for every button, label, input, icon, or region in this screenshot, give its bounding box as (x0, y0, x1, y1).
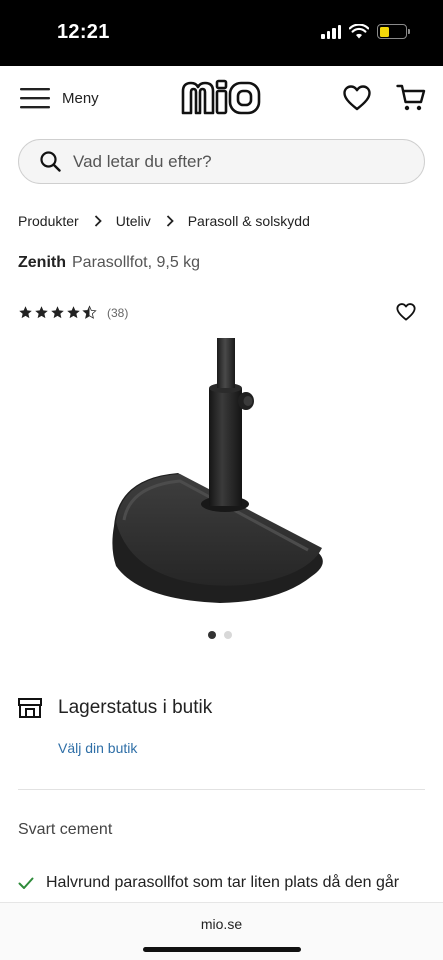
breadcrumb: Produkter Uteliv Parasoll & solskydd (18, 213, 310, 229)
star-icon (19, 306, 32, 319)
wifi-icon (349, 24, 369, 39)
product-image-parasol-base[interactable] (100, 338, 345, 610)
star-icon (67, 306, 80, 319)
chevron-right-icon (166, 215, 174, 227)
image-carousel-dots (208, 631, 232, 639)
add-to-wishlist-heart-icon[interactable] (396, 303, 416, 321)
star-icon (35, 306, 48, 319)
site-header: Meny (0, 66, 443, 132)
store-stock-section: Lagerstatus i butik (18, 697, 212, 719)
wishlist-heart-icon[interactable] (343, 85, 371, 111)
address-bar-domain[interactable]: mio.se (0, 916, 443, 932)
home-indicator[interactable] (143, 947, 301, 952)
carousel-dot-1[interactable] (208, 631, 216, 639)
status-time: 12:21 (57, 21, 110, 43)
hamburger-icon (20, 88, 50, 109)
choose-store-link[interactable]: Välj din butik (58, 740, 137, 756)
search-bar[interactable] (18, 139, 425, 184)
half-star-icon (82, 305, 97, 319)
feature-item: Halvrund parasollfot som tar liten plats… (18, 874, 399, 892)
battery-icon (377, 24, 410, 39)
menu-button[interactable]: Meny (20, 86, 99, 110)
product-brand: Zenith (18, 254, 66, 271)
cellular-signal-icon (321, 24, 341, 39)
rating-stars (18, 305, 97, 320)
breadcrumb-item-parasoll[interactable]: Parasoll & solskydd (188, 213, 310, 229)
status-icons (321, 24, 410, 39)
product-rating[interactable]: (38) (18, 305, 128, 320)
product-subtitle: Parasollfot, 9,5 kg (72, 254, 201, 271)
product-color: Svart cement (18, 821, 113, 838)
checkmark-icon (18, 877, 34, 889)
feature-text: Halvrund parasollfot som tar liten plats… (46, 874, 400, 891)
star-icon (51, 306, 64, 319)
review-count: (38) (107, 305, 129, 320)
browser-bottom-bar: mio.se (0, 902, 443, 960)
mio-logo[interactable] (180, 78, 262, 116)
carousel-dot-2[interactable] (224, 631, 232, 639)
chevron-right-icon (94, 215, 102, 227)
cart-icon[interactable] (396, 83, 426, 113)
breadcrumb-item-uteliv[interactable]: Uteliv (116, 213, 151, 229)
breadcrumb-item-produkter[interactable]: Produkter (18, 213, 79, 229)
menu-label: Meny (62, 89, 99, 107)
store-icon (18, 698, 42, 718)
search-icon (40, 151, 61, 172)
stock-title: Lagerstatus i butik (58, 697, 213, 718)
search-input[interactable] (73, 151, 393, 172)
status-bar: 12:21 (0, 0, 443, 66)
product-title: Zenith Parasollfot, 9,5 kg (18, 254, 200, 272)
section-divider (18, 789, 425, 790)
